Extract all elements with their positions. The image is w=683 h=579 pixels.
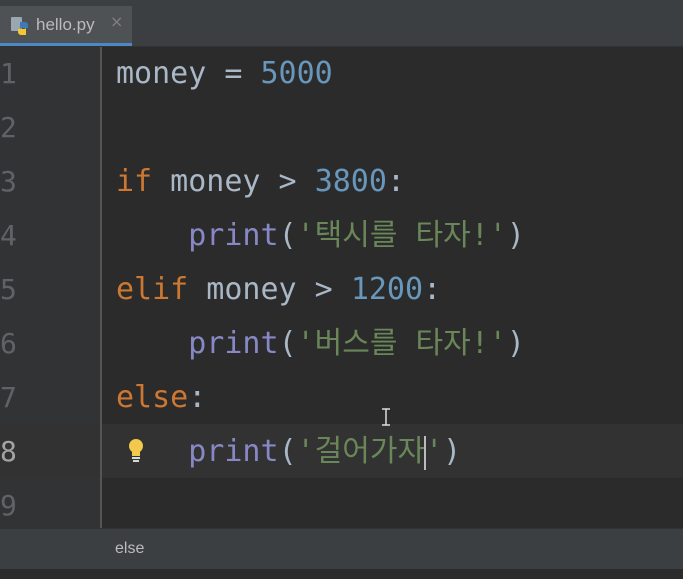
- identifier: money: [116, 56, 207, 91]
- paren-close: ): [506, 218, 525, 253]
- number-literal: 1200: [350, 272, 424, 307]
- number-literal: 5000: [260, 56, 333, 91]
- code-line-3[interactable]: if money > 3800:: [116, 155, 405, 209]
- line-number: 5: [0, 273, 17, 306]
- close-tab-icon[interactable]: ×: [110, 12, 123, 31]
- paren-open: (: [278, 326, 297, 361]
- paren-open: (: [278, 218, 297, 253]
- line-number: 6: [0, 327, 17, 360]
- paren-close: ): [443, 434, 462, 469]
- string-quote: ': [425, 434, 444, 469]
- builtin-function: print: [188, 326, 279, 361]
- tab-label: hello.py: [36, 15, 95, 34]
- code-line-6[interactable]: print('버스를 타자!'): [116, 317, 525, 371]
- bottom-strip: [0, 569, 683, 579]
- line-number: 7: [0, 381, 17, 414]
- colon: :: [423, 272, 442, 307]
- code-line-1[interactable]: money = 5000: [116, 47, 333, 101]
- string-literal: '버스를 타자!': [296, 326, 507, 361]
- line-number: 3: [0, 165, 17, 198]
- mouse-ibeam-icon: [382, 408, 390, 426]
- line-number: 9: [0, 489, 17, 522]
- keyword: if: [116, 164, 153, 199]
- code-line-4[interactable]: print('택시를 타자!'): [116, 209, 525, 263]
- line-number: 1: [0, 57, 17, 90]
- operator: =: [206, 56, 261, 91]
- paren-close: ): [506, 326, 525, 361]
- builtin-function: print: [188, 434, 279, 469]
- breadcrumb-item[interactable]: else: [115, 540, 144, 558]
- paren-open: (: [278, 434, 297, 469]
- keyword: else: [116, 380, 189, 415]
- string-literal: '택시를 타자!': [296, 218, 507, 253]
- breadcrumb-bar: else: [0, 528, 683, 570]
- code-line-5[interactable]: elif money > 1200:: [116, 263, 441, 317]
- expression: money >: [152, 164, 315, 199]
- line-number: 2: [0, 111, 17, 144]
- keyword: elif: [116, 272, 189, 307]
- gutter-divider: [100, 47, 102, 528]
- expression: money >: [188, 272, 351, 307]
- colon: :: [386, 164, 405, 199]
- python-file-icon: [11, 17, 28, 35]
- line-number: 4: [0, 219, 17, 252]
- line-number-current: 8: [0, 435, 17, 468]
- editor-tab-bar: hello.py ×: [0, 0, 683, 47]
- colon: :: [188, 380, 207, 415]
- code-line-8[interactable]: print('걸어가자'): [116, 425, 461, 479]
- builtin-function: print: [188, 218, 279, 253]
- number-literal: 3800: [314, 164, 387, 199]
- lightbulb-icon[interactable]: [125, 437, 147, 465]
- code-line-7[interactable]: else:: [116, 371, 206, 425]
- string-literal: '걸어가자: [296, 434, 426, 469]
- tab-hello-py[interactable]: hello.py ×: [0, 6, 132, 46]
